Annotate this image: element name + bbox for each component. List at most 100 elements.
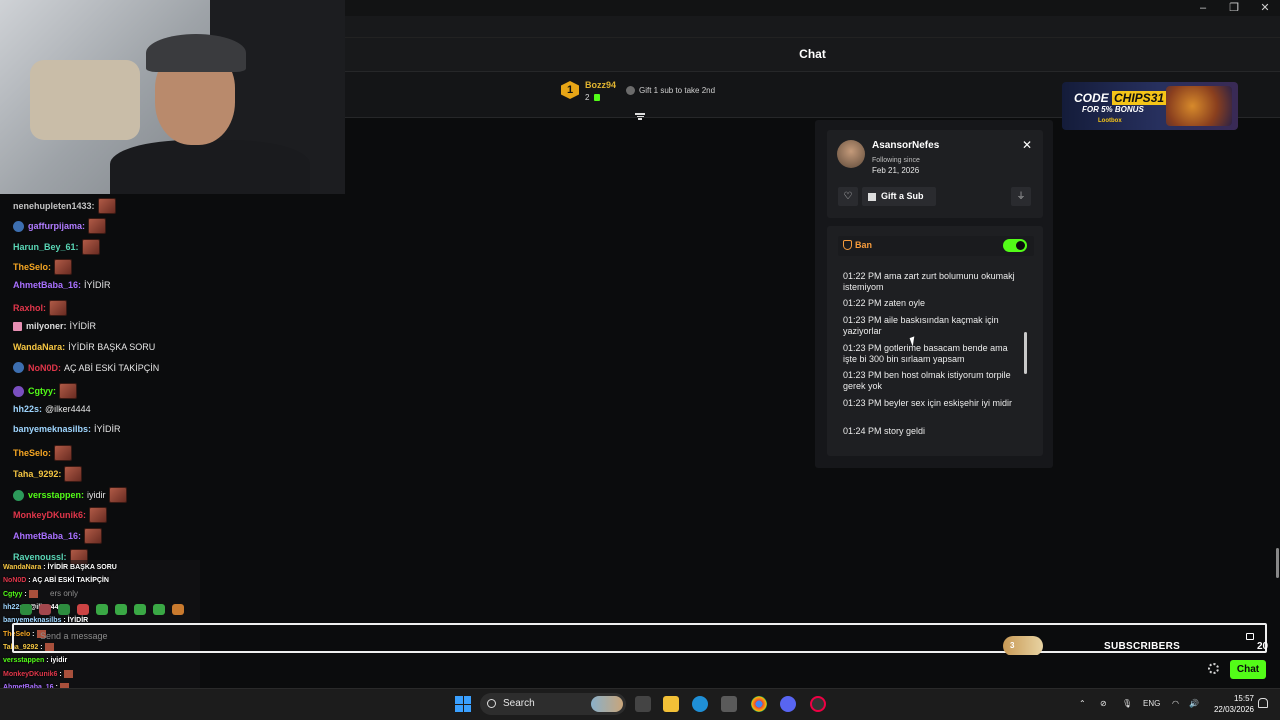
chat-username[interactable]: Taha_9292: [13, 469, 61, 479]
overlay-text: : AÇ ABİ ESKİ TAKİPÇİN [26, 577, 109, 584]
chat-username[interactable]: Harun_Bey_61: [13, 242, 79, 252]
gift-count-icon [594, 94, 600, 101]
chat-username[interactable]: TheSelo: [13, 262, 51, 272]
emote-bar[interactable] [20, 604, 191, 615]
subs-current: 3 [1010, 641, 1015, 650]
emote-icon[interactable] [20, 604, 32, 615]
emote-icon [81, 239, 100, 255]
page-scrollbar[interactable] [1276, 548, 1279, 578]
notification-icon[interactable] [1258, 698, 1268, 708]
chat-username[interactable]: WandaNara: [13, 342, 65, 352]
history-message: 01:24 PM story geldi [843, 426, 926, 436]
edge-icon[interactable] [692, 696, 708, 712]
ad-brand: Lootbox [1098, 118, 1122, 124]
shield-icon [843, 240, 852, 250]
microphone-icon[interactable]: 🎙 [1122, 699, 1132, 708]
overlay-message: MonkeyDKunik6 : [3, 670, 73, 678]
gift-sub-button[interactable]: Gift a Sub [862, 187, 936, 206]
windows-start-icon[interactable] [455, 696, 471, 712]
chat-username[interactable]: versstappen: [28, 490, 84, 500]
chrome-icon[interactable] [751, 696, 767, 712]
ad-banner[interactable]: CODE CHIPS31 FOR 5% BONUS Lootbox [1062, 82, 1238, 130]
overlay-message: NoN0D : AÇ ABİ ESKİ TAKİPÇİN [3, 577, 109, 584]
chat-message: AhmetBaba_16: [13, 528, 103, 544]
ad-code: CHIPS31 [1112, 91, 1167, 105]
emote-icon[interactable] [77, 604, 89, 615]
gift-sub-label: Gift a Sub [881, 191, 924, 201]
following-since-date: Feb 21, 2026 [872, 166, 920, 175]
emote-icon[interactable] [153, 604, 165, 615]
emote-icon[interactable] [39, 604, 51, 615]
emote-icon[interactable] [58, 604, 70, 615]
message-input[interactable]: Send a message [40, 631, 108, 641]
emote-icon [89, 507, 108, 523]
overlay-text: : İYİDİR BAŞKA SORU [41, 564, 117, 571]
maximize-button[interactable]: ❐ [1219, 1, 1249, 15]
overlay-username: NoN0D [3, 577, 27, 584]
chat-username[interactable]: gaffurpijama: [28, 221, 85, 231]
leader-name[interactable]: Bozz94 [585, 80, 616, 90]
chat-username[interactable]: Cgtyy: [28, 386, 56, 396]
history-message: 01:23 PM gotlerime basacam bende ama işt… [843, 343, 1008, 364]
chat-message: TheSelo: [13, 445, 73, 461]
history-message: 01:22 PM zaten oyle [843, 298, 926, 308]
chat-username[interactable]: banyemeknasilbs: [13, 424, 91, 434]
chat-username[interactable]: hh22s: [13, 404, 42, 414]
avatar[interactable] [837, 140, 865, 168]
chat-username[interactable]: milyoner: [26, 321, 67, 331]
chat-username[interactable]: TheSelo: [13, 448, 51, 458]
chat-username[interactable]: AhmetBaba_16: [13, 531, 81, 541]
subs-progress-pill [1003, 636, 1043, 656]
language-indicator[interactable]: ENG [1143, 699, 1160, 708]
close-icon[interactable]: ✕ [1020, 138, 1034, 152]
minimize-button[interactable]: – [1188, 1, 1218, 15]
ad-artwork [1166, 86, 1232, 126]
task-view-icon[interactable] [635, 696, 651, 712]
gift-icon [868, 192, 876, 201]
send-chat-button[interactable]: Chat [1230, 660, 1266, 679]
close-window-button[interactable]: ✕ [1250, 1, 1280, 15]
gear-icon[interactable] [1208, 663, 1219, 674]
emote-icon[interactable] [115, 604, 127, 615]
clock-time[interactable]: 15:57 [1222, 694, 1254, 703]
mic-icon[interactable]: ⏚ [1011, 187, 1031, 206]
app-icon[interactable] [810, 696, 826, 712]
chat-header: Chat [345, 38, 1280, 72]
ad-bonus-line: FOR 5% BONUS [1082, 105, 1144, 114]
filter-icon[interactable] [635, 112, 645, 120]
chat-message: AhmetBaba_16: İYİDİR [13, 280, 111, 290]
wifi-icon[interactable]: ◠ [1172, 699, 1179, 708]
file-explorer-icon[interactable] [663, 696, 679, 712]
clock-date[interactable]: 22/03/2026 [1208, 705, 1254, 714]
volume-icon[interactable]: 🔊 [1189, 699, 1199, 708]
overlay-message: Cgtyy : [3, 590, 38, 598]
chat-username[interactable]: Raxhol: [13, 303, 46, 313]
chat-message: nenehupleten1433: [13, 198, 116, 214]
user-card-name[interactable]: AsansorNefes [872, 140, 939, 151]
chat-username[interactable]: NoN0D: [28, 363, 61, 373]
store-icon[interactable] [721, 696, 737, 712]
emote-icon [54, 259, 73, 275]
chat-message: Cgtyy: [13, 383, 78, 399]
network-off-icon[interactable]: ⊘ [1100, 699, 1107, 708]
emote-icon[interactable] [172, 604, 184, 615]
chevron-up-icon[interactable]: ⌃ [1079, 699, 1086, 708]
chat-message: Taha_9292: [13, 466, 83, 482]
chat-username[interactable]: MonkeyDKunik6: [13, 510, 86, 520]
chat-message: versstappen: iyidir [13, 487, 127, 503]
chat-username[interactable]: nenehupleten1433: [13, 201, 95, 211]
gift-hint-icon [626, 86, 635, 95]
overlay-text: : iyidir [44, 657, 68, 664]
discord-icon[interactable] [780, 696, 796, 712]
overlay-text: : [57, 670, 62, 678]
chat-username[interactable]: AhmetBaba_16: [13, 280, 81, 290]
ban-toggle[interactable] [1003, 239, 1027, 252]
overlay-username: MonkeyDKunik6 [3, 670, 58, 678]
chat-text: iyidir [87, 490, 106, 500]
history-scrollbar[interactable] [1024, 332, 1027, 374]
emote-icon [54, 445, 73, 461]
emote-icon[interactable] [134, 604, 146, 615]
emote-icon[interactable] [96, 604, 108, 615]
message-input-bar[interactable] [12, 623, 1267, 653]
follow-heart-button[interactable]: ♡ [838, 187, 858, 206]
